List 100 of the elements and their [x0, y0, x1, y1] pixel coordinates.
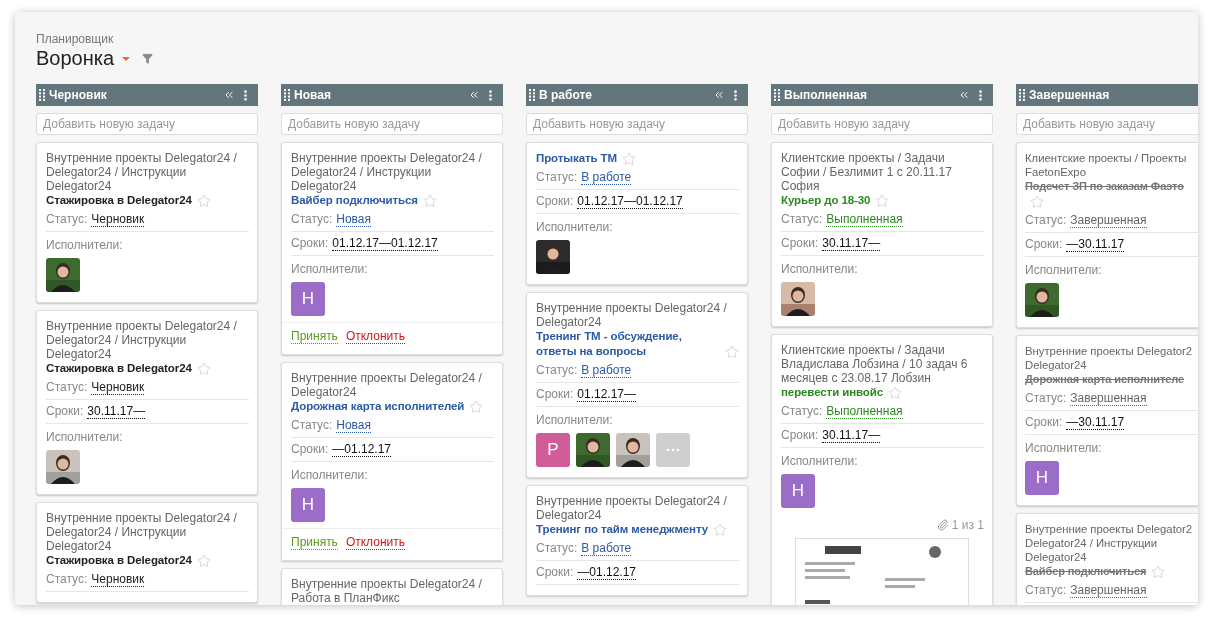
status-value[interactable]: Выполненная: [826, 404, 903, 419]
accept-link[interactable]: Принять: [291, 535, 338, 550]
star-icon[interactable]: [875, 193, 890, 208]
task-card[interactable]: Внутренние проекты Delegator24 / Delegator24 / Инструкции Delegator24 Стажировка в Delegator24 Статус: Черновик: [36, 502, 258, 603]
task-card[interactable]: Внутренние проекты Delegator24 / Delegator24 Дорожная карта исполнителей Статус: Новая Сроки: —01.12.17 Исполнители: Н Принять Отклонить: [281, 362, 503, 561]
task-card[interactable]: Клиентские проекты / Проекты FaetonExpo Подсчет ЗП по заказам Фаэто Статус: Завершенная Сроки: —30.11.17 Исполнители:: [1016, 142, 1198, 328]
drag-handle-icon[interactable]: [39, 89, 45, 101]
status-value[interactable]: Выполненная: [826, 212, 903, 227]
status-value[interactable]: Завершенная: [1070, 213, 1147, 228]
status-value[interactable]: В работе: [581, 541, 632, 556]
drag-handle-icon[interactable]: [774, 89, 780, 101]
status-label: Статус:: [291, 212, 333, 226]
deadline-label: Сроки:: [781, 236, 819, 250]
add-task-field[interactable]: Добавить новую задачу: [771, 113, 993, 135]
star-icon[interactable]: [713, 522, 728, 537]
task-title[interactable]: Тренинг ТМ - обсуждение, ответы на вопросы: [536, 329, 720, 359]
deadline-value[interactable]: 30.11.17—: [822, 236, 881, 251]
column-header[interactable]: Черновик: [36, 84, 258, 106]
task-title[interactable]: Подсчет ЗП по заказам Фаэто: [1025, 179, 1184, 194]
column-header[interactable]: Завершенная: [1016, 84, 1198, 106]
star-icon[interactable]: [196, 193, 211, 208]
task-title[interactable]: Стажировка в Delegator24: [46, 193, 192, 208]
task-title[interactable]: Вайбер подключиться: [1025, 564, 1147, 579]
star-icon[interactable]: [1151, 564, 1166, 579]
filter-icon[interactable]: [142, 52, 154, 64]
status-value[interactable]: В работе: [581, 170, 632, 185]
column-title: Черновик: [49, 88, 108, 102]
deadline-value[interactable]: 30.11.17—: [87, 404, 146, 419]
task-card[interactable]: Клиентские проекты / Задачи Софии / Безлимит 1 с 20.11.17 София Курьер до 18-30 Статус: Выполненная Сроки: 30.11.17— Исполнители:: [771, 142, 993, 327]
status-value[interactable]: Черновик: [91, 212, 145, 227]
star-icon[interactable]: [196, 553, 211, 568]
star-icon[interactable]: [888, 385, 903, 400]
task-card[interactable]: Внутренние проекты Delegator24 / Delegator24 Тренинг по тайм менеджменту Статус: В работе Сроки: —01.12.17: [526, 485, 748, 596]
drag-handle-icon[interactable]: [284, 89, 290, 101]
deadline-value[interactable]: —01.12.17: [577, 565, 637, 580]
collapse-icon[interactable]: [713, 89, 725, 101]
task-card[interactable]: Внутренние проекты Delegator2 Delegator24 Дорожная карта исполнителе Статус: Завершенная Сроки: —30.11.17 Исполнители: Н: [1016, 335, 1198, 506]
breadcrumb[interactable]: Планировщик: [36, 32, 1198, 46]
task-title[interactable]: Вайбер подключиться: [291, 193, 418, 208]
status-value[interactable]: В работе: [581, 363, 632, 378]
drag-handle-icon[interactable]: [1019, 89, 1025, 101]
add-task-field[interactable]: Добавить новую задачу: [1016, 113, 1198, 135]
accept-link[interactable]: Принять: [291, 329, 338, 344]
star-icon[interactable]: [1030, 194, 1044, 209]
task-card[interactable]: Внутренние проекты Delegator24 / Delegator24 Тренинг ТМ - обсуждение, ответы на вопросы Статус: В работе Сроки: 01.12.17— Исполнители: Р: [526, 292, 748, 478]
deadline-value[interactable]: —01.12.17: [332, 442, 392, 457]
status-value[interactable]: Новая: [336, 212, 372, 227]
status-value[interactable]: Черновик: [91, 572, 145, 587]
reject-link[interactable]: Отклонить: [345, 329, 405, 344]
add-task-field[interactable]: Добавить новую задачу: [36, 113, 258, 135]
status-value[interactable]: Завершенная: [1070, 583, 1147, 598]
assignees-label: Исполнители:: [46, 430, 124, 444]
task-title[interactable]: Тренинг по тайм менеджменту: [536, 522, 709, 537]
status-value[interactable]: Новая: [336, 418, 372, 433]
collapse-icon[interactable]: [468, 89, 480, 101]
task-title[interactable]: Дорожная карта исполнителе: [1025, 372, 1184, 387]
deadline-value[interactable]: 01.12.17—01.12.17: [332, 236, 438, 251]
task-card[interactable]: Внутренние проекты Delegator24 / Работа в ПланФикс: [281, 568, 503, 605]
task-title[interactable]: Курьер до 18-30: [781, 193, 871, 208]
drag-handle-icon[interactable]: [529, 89, 535, 101]
collapse-icon[interactable]: [223, 89, 235, 101]
star-icon[interactable]: [469, 399, 484, 414]
task-card[interactable]: Внутренние проекты Delegator24 / Delegator24 / Инструкции Delegator24 Вайбер подключиться Статус: Новая Сроки: 01.12.17—01.12.17 Исполнители: Н Принять Отклонить: [281, 142, 503, 355]
star-icon[interactable]: [422, 193, 437, 208]
reject-link[interactable]: Отклонить: [345, 535, 405, 550]
assignees-label: Исполнители:: [781, 262, 859, 276]
task-title[interactable]: Протыкать ТМ: [536, 151, 617, 166]
project-path: Delegator24: [46, 347, 113, 361]
task-card[interactable]: Клиентские проекты / Задачи Владислава Лобзина / 10 задач 6 месяцев с 23.08.17 Лобзин перевести инвойс Статус: Выполненная Сроки: 30.11.17— Исполнители: Н 1 из 1: [771, 334, 993, 605]
deadline-value[interactable]: 01.12.17—01.12.17: [577, 194, 683, 209]
star-icon[interactable]: [621, 151, 636, 166]
column-header[interactable]: Новая: [281, 84, 503, 106]
task-card[interactable]: Протыкать ТМ Статус: В работе Сроки: 01.12.17—01.12.17 Исполнители:: [526, 142, 748, 285]
star-icon[interactable]: [725, 344, 739, 359]
deadline-value[interactable]: —30.11.17: [1066, 415, 1125, 430]
status-value[interactable]: Завершенная: [1070, 391, 1147, 406]
collapse-icon[interactable]: [958, 89, 970, 101]
task-title[interactable]: Стажировка в Delegator24: [46, 361, 192, 376]
project-path: Клиентские проекты / Задачи: [781, 343, 946, 357]
task-title[interactable]: Дорожная карта исполнителей: [291, 399, 465, 414]
task-card[interactable]: Внутренние проекты Delegator2 Delegator24 / Инструкции Delegator24 Вайбер подключиться Статус: Завершенная: [1016, 513, 1198, 605]
add-task-field[interactable]: Добавить новую задачу: [526, 113, 748, 135]
task-title[interactable]: перевести инвойс: [781, 385, 884, 400]
task-card[interactable]: Внутренние проекты Delegator24 / Delegator24 / Инструкции Delegator24 Стажировка в Delegator24 Статус: Черновик Исполнители:: [36, 142, 258, 303]
column-header[interactable]: В работе: [526, 84, 748, 106]
column-header[interactable]: Выполненная: [771, 84, 993, 106]
project-path: Внутренние проекты Delegator24 /: [46, 151, 238, 165]
task-title[interactable]: Стажировка в Delegator24: [46, 553, 192, 568]
status-value[interactable]: Черновик: [91, 380, 145, 395]
project-path: Delegator24: [1025, 358, 1088, 372]
project-path: Внутренние проекты Delegator24 /: [536, 301, 728, 315]
caret-icon[interactable]: [122, 57, 131, 61]
deadline-value[interactable]: —30.11.17: [1066, 237, 1125, 252]
page-title[interactable]: Воронка: [36, 46, 115, 70]
project-path: София: [781, 179, 821, 193]
deadline-value[interactable]: 01.12.17—: [577, 387, 637, 402]
add-task-field[interactable]: Добавить новую задачу: [281, 113, 503, 135]
deadline-value[interactable]: 30.11.17—: [822, 428, 881, 443]
task-card[interactable]: Внутренние проекты Delegator24 / Delegator24 / Инструкции Delegator24 Стажировка в Delegator24 Статус: Черновик Сроки: 30.11.17— Исполнители:: [36, 310, 258, 495]
star-icon[interactable]: [196, 361, 211, 376]
